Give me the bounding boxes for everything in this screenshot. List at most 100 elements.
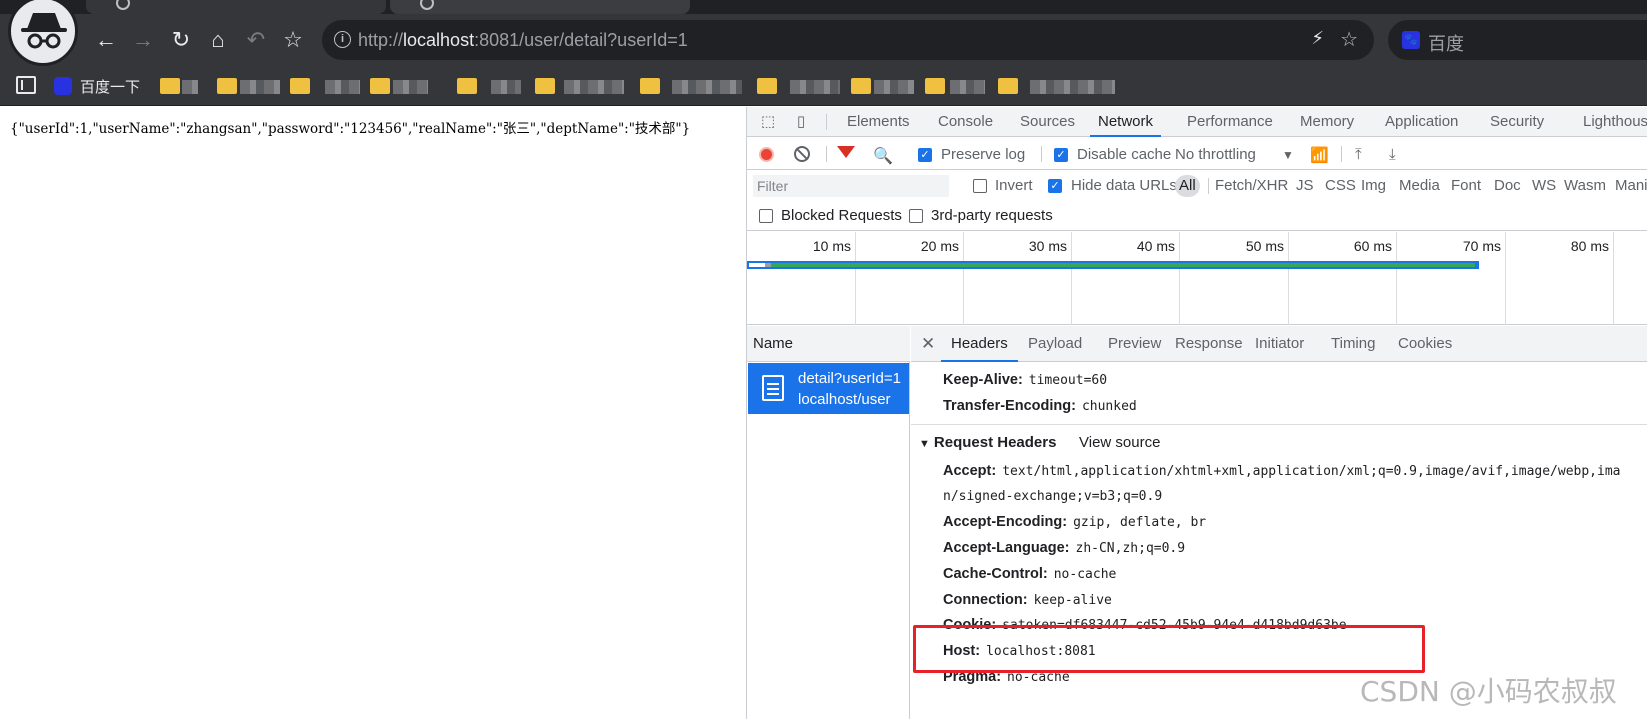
tab-headers[interactable]: Headers bbox=[941, 326, 1018, 362]
invert-checkbox[interactable] bbox=[973, 179, 987, 193]
filter-type-img[interactable]: Img bbox=[1361, 175, 1386, 197]
address-bar[interactable]: i http://localhost:8081/user/detail?user… bbox=[322, 20, 1374, 60]
filter-type-js[interactable]: JS bbox=[1296, 175, 1314, 197]
filter-icon[interactable] bbox=[837, 146, 855, 158]
bookmark-blurred[interactable] bbox=[491, 80, 521, 94]
clear-icon[interactable] bbox=[794, 146, 810, 162]
filter-type-font[interactable]: Font bbox=[1451, 175, 1481, 197]
bookmark-blurred[interactable] bbox=[325, 80, 360, 94]
timeline-tick-label: 70 ms bbox=[1462, 238, 1501, 254]
view-source-link[interactable]: View source bbox=[1079, 434, 1160, 451]
bookmark-baidu[interactable]: 百度一下 bbox=[54, 76, 140, 97]
preserve-log-checkbox[interactable]: ✓ bbox=[918, 148, 932, 162]
tab-console[interactable]: Console bbox=[938, 107, 993, 137]
undo-icon[interactable]: ↶ bbox=[242, 26, 270, 54]
grid-line bbox=[1288, 232, 1289, 325]
bookmark-blurred[interactable] bbox=[240, 80, 280, 94]
request-row[interactable]: detail?userId=1 localhost/user bbox=[748, 363, 909, 414]
bookmark-folder-icon[interactable] bbox=[370, 78, 390, 94]
filter-type-wasm[interactable]: Wasm bbox=[1564, 175, 1606, 197]
filter-type-ws[interactable]: WS bbox=[1532, 175, 1556, 197]
tab-response[interactable]: Response bbox=[1175, 326, 1243, 362]
request-name: detail?userId=1 bbox=[798, 370, 901, 387]
filter-type-all[interactable]: All bbox=[1175, 175, 1200, 197]
blocked-requests-checkbox[interactable] bbox=[759, 209, 773, 223]
bookmark-blurred[interactable] bbox=[393, 80, 428, 94]
tab-initiator[interactable]: Initiator bbox=[1255, 326, 1304, 362]
header-row-accept-encoding: Accept-Encoding: gzip, deflate, br bbox=[943, 514, 1207, 530]
info-icon[interactable]: i bbox=[334, 31, 351, 48]
bookmark-folder-icon[interactable] bbox=[160, 78, 180, 94]
search-box[interactable]: 🐾 百度 bbox=[1388, 20, 1647, 60]
bookmark-folder-icon[interactable] bbox=[998, 78, 1018, 94]
tab-memory[interactable]: Memory bbox=[1300, 107, 1354, 137]
bookmark-blurred[interactable] bbox=[1030, 80, 1115, 94]
star-icon[interactable]: ☆ bbox=[1340, 27, 1358, 52]
dropdown-arrow-icon[interactable]: ▼ bbox=[1282, 148, 1294, 162]
back-icon[interactable]: ← bbox=[92, 26, 120, 54]
request-headers-section-toggle[interactable]: ▼ Request Headers bbox=[919, 434, 1056, 451]
tab-payload[interactable]: Payload bbox=[1028, 326, 1082, 362]
lightning-icon[interactable]: ⚡ bbox=[1311, 28, 1324, 49]
filter-type-css[interactable]: CSS bbox=[1325, 175, 1356, 197]
tab-network[interactable]: Network bbox=[1090, 107, 1162, 137]
tab-sources[interactable]: Sources bbox=[1020, 107, 1075, 137]
network-conditions-icon[interactable]: 📶 bbox=[1310, 146, 1329, 164]
filter-type-manifest[interactable]: Manifest bbox=[1615, 175, 1647, 197]
bookmark-blurred[interactable] bbox=[564, 80, 624, 94]
inspect-element-icon[interactable]: ⬚ bbox=[759, 114, 777, 130]
bookmark-folder-icon[interactable] bbox=[535, 78, 555, 94]
bookmark-folder-icon[interactable] bbox=[640, 78, 660, 94]
tab-cookies[interactable]: Cookies bbox=[1398, 326, 1452, 362]
bookmark-folder-icon[interactable] bbox=[457, 78, 477, 94]
close-icon[interactable]: ✕ bbox=[921, 334, 935, 354]
network-overview-timeline[interactable]: 10 ms 20 ms 30 ms 40 ms 50 ms 60 ms 70 m… bbox=[747, 232, 1647, 325]
export-har-icon[interactable]: ⤓ bbox=[1389, 146, 1396, 163]
tab-elements[interactable]: Elements bbox=[847, 107, 910, 137]
disable-cache-label: Disable cache bbox=[1077, 146, 1172, 163]
home-icon[interactable]: ⌂ bbox=[204, 26, 232, 54]
browser-tab[interactable] bbox=[86, 0, 386, 14]
incognito-icon[interactable] bbox=[8, 0, 78, 66]
import-har-icon[interactable]: ⤒ bbox=[1355, 146, 1362, 163]
third-party-checkbox[interactable] bbox=[909, 209, 923, 223]
globe-icon bbox=[420, 0, 434, 10]
bookmark-folder-icon[interactable] bbox=[290, 78, 310, 94]
bookmark-blurred[interactable] bbox=[672, 80, 742, 94]
bookmark-blurred[interactable] bbox=[182, 80, 198, 94]
disable-cache-checkbox[interactable]: ✓ bbox=[1054, 148, 1068, 162]
search-icon[interactable]: 🔍 bbox=[873, 146, 893, 166]
bookmark-star-icon[interactable]: ☆ bbox=[279, 26, 307, 54]
filter-type-media[interactable]: Media bbox=[1399, 175, 1440, 197]
bookmarks-bar: 百度一下 bbox=[0, 66, 1647, 106]
bookmark-folder-icon[interactable] bbox=[757, 78, 777, 94]
tab-application[interactable]: Application bbox=[1385, 107, 1458, 137]
tab-lighthouse[interactable]: Lighthouse bbox=[1583, 107, 1647, 137]
tab-preview[interactable]: Preview bbox=[1108, 326, 1161, 362]
record-icon[interactable] bbox=[759, 147, 774, 162]
filter-type-doc[interactable]: Doc bbox=[1494, 175, 1521, 197]
name-column-header[interactable]: Name bbox=[747, 326, 910, 362]
bookmark-blurred[interactable] bbox=[950, 80, 985, 94]
browser-tab[interactable] bbox=[390, 0, 690, 14]
throttling-select[interactable]: No throttling bbox=[1175, 146, 1256, 163]
tab-performance[interactable]: Performance bbox=[1187, 107, 1273, 137]
section-divider bbox=[911, 424, 1647, 425]
filter-input[interactable]: Filter bbox=[753, 175, 949, 197]
url-text[interactable]: http://localhost:8081/user/detail?userId… bbox=[358, 30, 688, 51]
tab-timing[interactable]: Timing bbox=[1331, 326, 1375, 362]
bookmark-blurred[interactable] bbox=[790, 80, 840, 94]
cookie-highlight-box bbox=[913, 625, 1425, 673]
bookmark-blurred[interactable] bbox=[874, 80, 914, 94]
reload-icon[interactable]: ↻ bbox=[167, 26, 195, 54]
page-viewport: {"userId":1,"userName":"zhangsan","passw… bbox=[0, 107, 746, 719]
bookmark-folder-icon[interactable] bbox=[925, 78, 945, 94]
filter-type-fetch-xhr[interactable]: Fetch/XHR bbox=[1215, 175, 1288, 197]
tab-security[interactable]: Security bbox=[1490, 107, 1544, 137]
bookmark-folder-icon[interactable] bbox=[217, 78, 237, 94]
hide-data-urls-checkbox[interactable]: ✓ bbox=[1048, 179, 1062, 193]
device-toolbar-icon[interactable]: ▯ bbox=[792, 114, 810, 130]
forward-icon[interactable]: → bbox=[129, 26, 157, 54]
bookmark-folder-icon[interactable] bbox=[851, 78, 871, 94]
side-panel-icon[interactable] bbox=[16, 76, 36, 94]
